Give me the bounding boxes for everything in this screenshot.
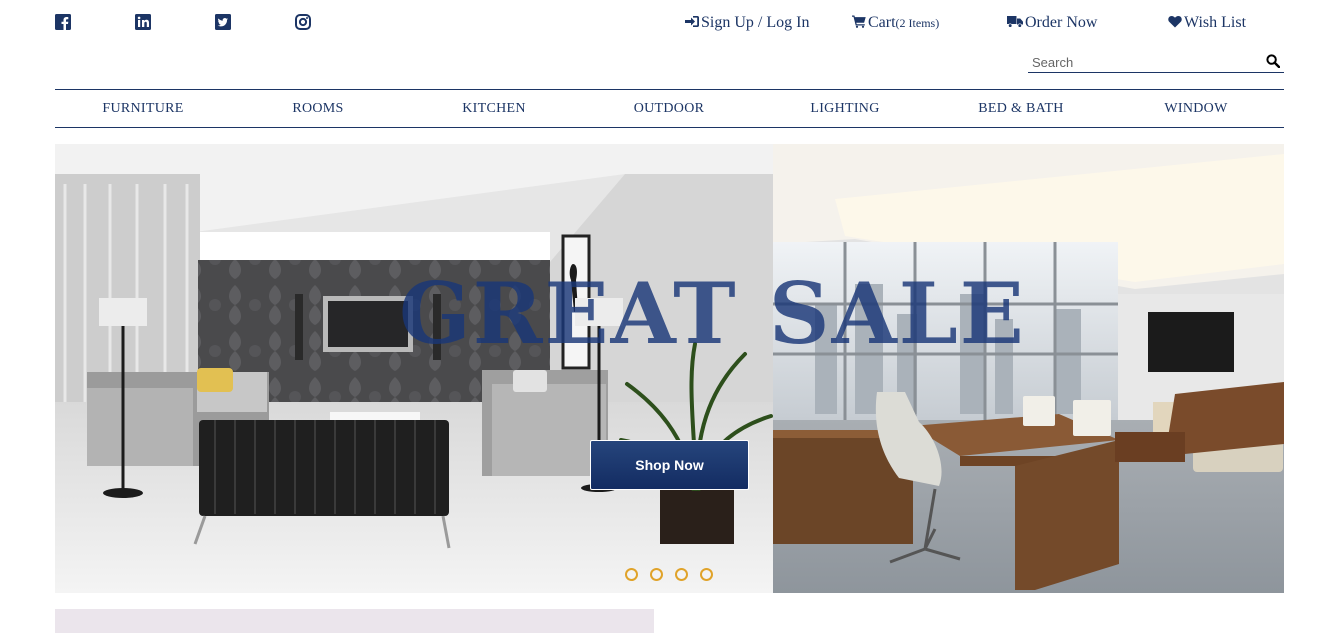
carousel-dot-3[interactable] [675, 568, 688, 581]
section-title-partial [865, 615, 1085, 633]
hero-carousel: GREAT SALE Shop Now [55, 144, 1284, 593]
signup-login-link[interactable]: Sign Up / Log In [685, 14, 809, 32]
nav-lighting[interactable]: LIGHTING [757, 90, 933, 127]
cart-count: (2 Items) [895, 16, 940, 30]
nav-furniture[interactable]: FURNITURE [55, 90, 231, 127]
wishlist-link[interactable]: Wish List [1168, 14, 1246, 32]
order-now-label: Order Now [1025, 14, 1098, 31]
carousel-dot-2[interactable] [650, 568, 663, 581]
wishlist-label: Wish List [1184, 14, 1247, 31]
carousel-dot-1[interactable] [625, 568, 638, 581]
nav-kitchen[interactable]: KITCHEN [406, 90, 582, 127]
promo-image [55, 609, 654, 633]
truck-icon [1007, 16, 1023, 28]
cart-icon [852, 15, 866, 28]
signup-login-label: Sign Up / Log In [701, 14, 810, 31]
search-input[interactable] [1028, 53, 1248, 72]
nav-rooms[interactable]: ROOMS [230, 90, 406, 127]
heart-icon [1168, 16, 1182, 28]
carousel-dot-4[interactable] [700, 568, 713, 581]
sign-in-icon [685, 16, 699, 27]
top-utility-nav: Sign Up / Log In Cart(2 Items) Order Now… [0, 14, 1341, 34]
nav-outdoor[interactable]: OUTDOOR [581, 90, 757, 127]
hero-image [55, 144, 1284, 593]
search-icon[interactable] [1266, 54, 1280, 68]
shop-now-button[interactable]: Shop Now [590, 440, 749, 490]
search-box [1028, 52, 1284, 73]
cart-link[interactable]: Cart(2 Items) [852, 14, 939, 32]
cart-label: Cart [868, 14, 896, 31]
nav-window[interactable]: WINDOW [1108, 90, 1284, 127]
nav-bed-bath[interactable]: BED & BATH [933, 90, 1109, 127]
category-nav: FURNITURE ROOMS KITCHEN OUTDOOR LIGHTING… [55, 89, 1284, 128]
carousel-indicators [625, 568, 725, 582]
hero-headline: GREAT SALE [399, 264, 1026, 363]
order-now-link[interactable]: Order Now [1007, 14, 1097, 32]
